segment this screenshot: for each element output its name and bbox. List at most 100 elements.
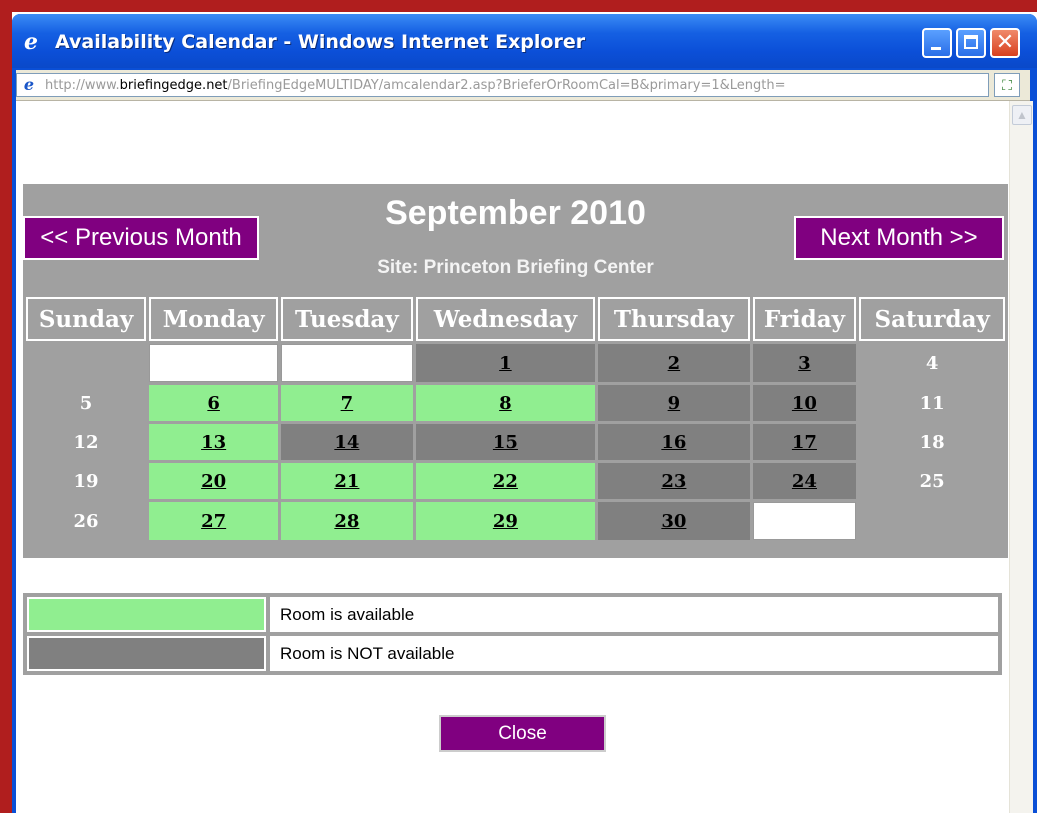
calendar-blank-cell (26, 344, 147, 382)
close-window-button[interactable]: ✕ (990, 28, 1020, 58)
available-swatch (27, 597, 266, 632)
calendar-day-link[interactable]: 24 (792, 471, 817, 492)
calendar-day-cell: 22 (415, 463, 596, 499)
calendar-day-link[interactable]: 2 (668, 353, 681, 374)
calendar-week-row: 26 27 28 29 30 (26, 502, 1005, 540)
calendar-day-link[interactable]: 21 (334, 471, 359, 492)
weekday-header: Tuesday (281, 297, 413, 341)
calendar-weekend-cell: 26 (26, 502, 147, 540)
vertical-scrollbar[interactable]: ▲ (1009, 101, 1033, 813)
site-label: Site: Princeton Briefing Center (377, 257, 654, 278)
address-url: http://www.briefingedge.net/BriefingEdge… (45, 78, 786, 93)
calendar-grid: Sunday Monday Tuesday Wednesday Thursday Frid… (23, 294, 1008, 558)
calendar-day-link[interactable]: 16 (661, 432, 686, 453)
calendar-week-row: 1 2 3 4 (26, 344, 1005, 382)
calendar-day-cell: 14 (281, 424, 413, 460)
calendar-weekend-cell: 25 (859, 463, 1005, 499)
calendar-week-row: 5 6 7 8 9 10 11 (26, 385, 1005, 421)
calendar-day-number: 11 (919, 392, 945, 414)
calendar-day-cell: 29 (415, 502, 596, 540)
calendar-empty-cell (149, 344, 279, 382)
calendar-weekend-cell: 5 (26, 385, 147, 421)
calendar-day-link[interactable]: 15 (493, 432, 518, 453)
weekday-header: Thursday (598, 297, 750, 341)
weekday-header: Saturday (859, 297, 1005, 341)
calendar-day-link[interactable]: 17 (792, 432, 817, 453)
calendar-day-cell: 6 (149, 385, 279, 421)
legend: Room is available Room is NOT available (23, 593, 1002, 675)
available-label: Room is available (270, 597, 998, 632)
calendar-empty-cell (281, 344, 413, 382)
weekday-header: Sunday (26, 297, 147, 341)
calendar-day-cell: 30 (598, 502, 750, 540)
calendar-day-cell: 20 (149, 463, 279, 499)
calendar-day-link[interactable]: 9 (668, 393, 681, 414)
address-field[interactable]: e http://www.briefingedge.net/BriefingEd… (16, 73, 989, 97)
not-available-label: Room is NOT available (270, 636, 998, 671)
page-icon: e (23, 75, 35, 94)
calendar-day-link[interactable]: 29 (493, 511, 518, 532)
window-title: Availability Calendar - Windows Internet… (55, 31, 586, 53)
calendar-day-link[interactable]: 30 (661, 511, 686, 532)
calendar-weekend-cell: 19 (26, 463, 147, 499)
calendar-day-cell: 2 (598, 344, 750, 382)
calendar-day-cell: 16 (598, 424, 750, 460)
next-month-button[interactable]: Next Month >> (794, 216, 1004, 260)
calendar-day-cell: 1 (415, 344, 596, 382)
calendar-weekend-cell: 12 (26, 424, 147, 460)
calendar-day-number: 26 (73, 510, 99, 532)
calendar-weekend-cell: 18 (859, 424, 1005, 460)
scroll-up-arrow-icon[interactable]: ▲ (1012, 105, 1032, 125)
calendar-day-number: 25 (919, 470, 945, 492)
weekday-header: Friday (752, 297, 857, 341)
minimize-icon (931, 47, 941, 50)
calendar-day-link[interactable]: 28 (334, 511, 359, 532)
calendar-day-cell: 10 (752, 385, 857, 421)
calendar-day-cell: 27 (149, 502, 279, 540)
calendar-header: September 2010 Site: Princeton Briefing … (23, 184, 1008, 294)
calendar-day-link[interactable]: 7 (341, 393, 354, 414)
not-available-swatch (27, 636, 266, 671)
calendar-weekend-cell: 11 (859, 385, 1005, 421)
calendar-day-link[interactable]: 20 (201, 471, 226, 492)
weekday-header: Monday (149, 297, 279, 341)
legend-row-not-available: Room is NOT available (27, 636, 998, 671)
page-content: ▲ September 2010 Site: Princeton Briefin… (16, 101, 1033, 813)
calendar-day-number: 5 (79, 392, 93, 414)
close-button[interactable]: Close (439, 715, 606, 752)
calendar-day-link[interactable]: 6 (207, 393, 220, 414)
calendar-day-cell: 24 (752, 463, 857, 499)
minimize-button[interactable] (922, 28, 952, 58)
calendar-day-cell: 15 (415, 424, 596, 460)
calendar-day-link[interactable]: 22 (493, 471, 518, 492)
calendar-day-link[interactable]: 23 (661, 471, 686, 492)
calendar-day-cell: 7 (281, 385, 413, 421)
calendar-day-number: 4 (925, 352, 939, 374)
ie-logo-icon: e (24, 29, 38, 55)
calendar-day-cell: 23 (598, 463, 750, 499)
browser-window: e Availability Calendar - Windows Intern… (12, 14, 1037, 813)
close-icon: ✕ (995, 30, 1015, 55)
calendar-day-cell: 28 (281, 502, 413, 540)
calendar-blank-cell (859, 502, 1005, 540)
calendar-day-link[interactable]: 8 (499, 393, 512, 414)
calendar-day-link[interactable]: 3 (798, 353, 811, 374)
title-bar[interactable]: e Availability Calendar - Windows Intern… (12, 14, 1037, 68)
calendar-day-link[interactable]: 13 (201, 432, 226, 453)
calendar-day-link[interactable]: 10 (792, 393, 817, 414)
previous-month-button[interactable]: << Previous Month (23, 216, 259, 260)
calendar-day-cell: 13 (149, 424, 279, 460)
calendar-day-link[interactable]: 14 (334, 432, 359, 453)
calendar-day-link[interactable]: 27 (201, 511, 226, 532)
calendar-week-row: 19 20 21 22 23 24 25 (26, 463, 1005, 499)
compatibility-view-icon[interactable]: ⛶ (994, 73, 1020, 97)
calendar-day-number: 18 (919, 431, 945, 453)
calendar-weekend-cell: 4 (859, 344, 1005, 382)
calendar-day-cell: 9 (598, 385, 750, 421)
address-bar: e http://www.briefingedge.net/BriefingEd… (16, 70, 1030, 101)
calendar-day-cell: 3 (752, 344, 857, 382)
calendar-day-link[interactable]: 1 (499, 353, 512, 374)
calendar-day-cell: 8 (415, 385, 596, 421)
maximize-button[interactable] (956, 28, 986, 58)
weekday-header: Wednesday (415, 297, 596, 341)
